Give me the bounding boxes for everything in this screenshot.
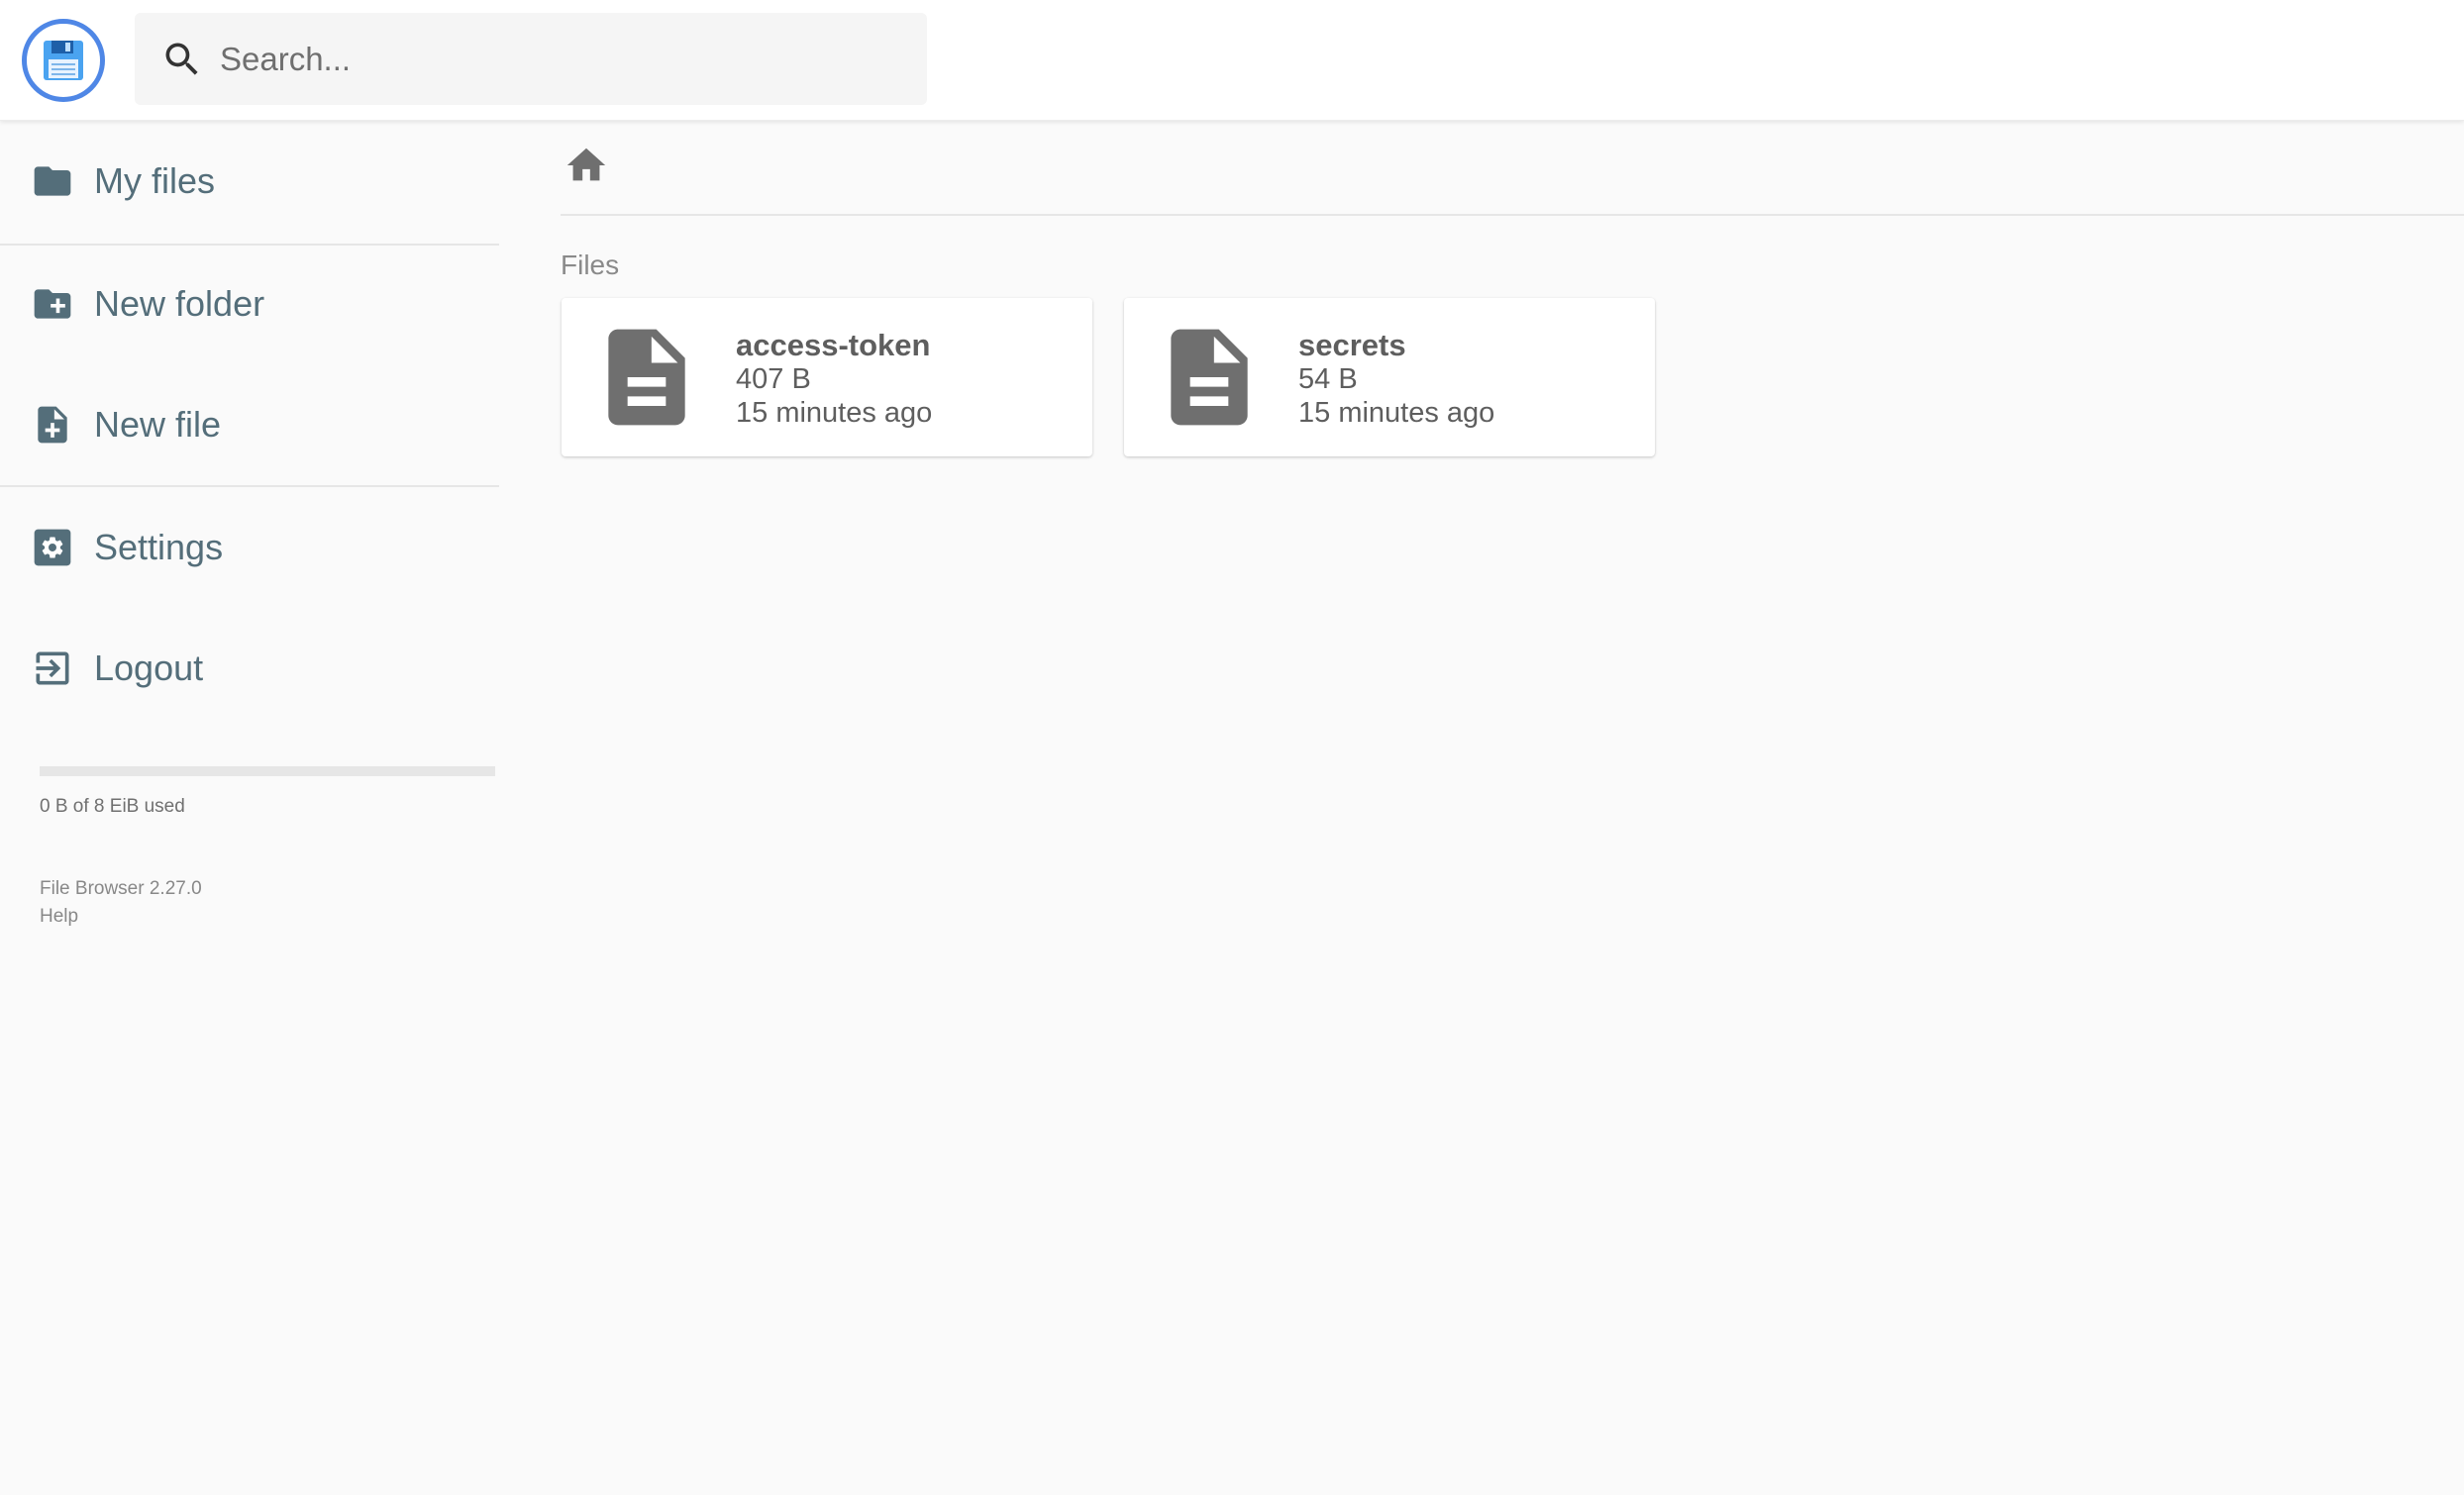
sidebar-item-label: Settings xyxy=(94,527,224,567)
breadcrumb xyxy=(561,121,2464,216)
help-link[interactable]: Help xyxy=(40,903,202,931)
sidebar-item-logout[interactable]: Logout xyxy=(0,608,499,729)
sidebar-item-new-folder[interactable]: New folder xyxy=(0,244,499,364)
sidebar-item-my-files[interactable]: My files xyxy=(0,121,499,242)
note-add-icon xyxy=(38,406,67,444)
storage-usage-text: 0 B of 8 EiB used xyxy=(40,796,185,817)
sidebar-item-label: New file xyxy=(94,404,222,445)
credits: File Browser 2.27.0 Help xyxy=(40,875,202,931)
file-modified: 15 minutes ago xyxy=(1298,397,1495,429)
version-link[interactable]: File Browser 2.27.0 xyxy=(40,875,202,903)
file-item-secrets[interactable]: secrets 54 B 15 minutes ago xyxy=(1124,298,1655,456)
sidebar-item-new-file[interactable]: New file xyxy=(0,364,499,485)
sidebar: My files New folder New file Settings Lo… xyxy=(0,121,499,1495)
section-title-files: Files xyxy=(561,249,620,280)
sidebar-item-label: New folder xyxy=(94,283,265,324)
exit-icon xyxy=(36,651,69,685)
sidebar-item-label: Logout xyxy=(94,648,204,688)
floppy-disk-icon xyxy=(44,41,83,80)
folder-icon xyxy=(34,166,71,196)
file-name: secrets xyxy=(1298,328,1406,362)
search-box[interactable] xyxy=(135,13,927,105)
header-bar xyxy=(0,0,2464,121)
sidebar-item-settings[interactable]: Settings xyxy=(0,487,499,608)
file-item-access-token[interactable]: access-token 407 B 15 minutes ago xyxy=(562,298,1092,456)
file-icon xyxy=(1171,329,1248,426)
file-size: 407 B xyxy=(736,363,811,395)
search-input[interactable] xyxy=(220,29,893,89)
search-icon[interactable] xyxy=(160,38,204,81)
logo[interactable] xyxy=(22,19,105,102)
file-name: access-token xyxy=(736,328,931,362)
settings-icon xyxy=(34,529,71,566)
file-modified: 15 minutes ago xyxy=(736,397,933,429)
sidebar-item-label: My files xyxy=(94,160,216,201)
file-size: 54 B xyxy=(1298,363,1358,395)
create-new-folder-icon xyxy=(34,289,71,319)
storage-usage-bar xyxy=(40,766,495,776)
home-icon[interactable] xyxy=(564,143,609,188)
file-icon xyxy=(608,329,685,426)
